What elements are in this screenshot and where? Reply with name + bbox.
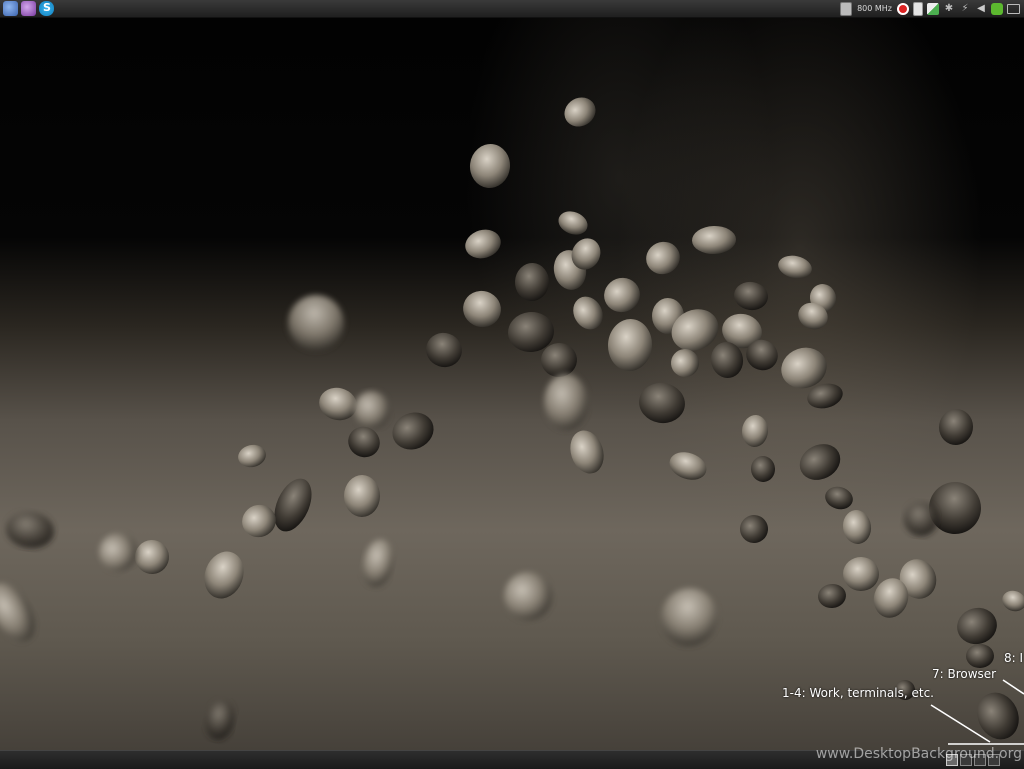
watermark: www.DesktopBackground.org [815, 746, 1022, 762]
pebble [463, 290, 501, 328]
pebble [426, 332, 462, 368]
pebble [607, 319, 653, 371]
pebble [734, 281, 768, 311]
pebble [238, 444, 266, 468]
no-entry-icon[interactable] [897, 2, 909, 15]
pebble [740, 515, 768, 543]
pebble [343, 475, 381, 517]
annotation-workspace-eight: 8: I [1004, 651, 1024, 665]
pebble [99, 533, 137, 571]
pebble [660, 588, 718, 646]
pebble [353, 391, 391, 429]
pebble [205, 700, 235, 740]
pebble [6, 511, 54, 549]
system-tray: 800 MHz ✱ ⚡ ◀ [840, 0, 1020, 17]
annotation-work-terminals: 1-4: Work, terminals, etc. [782, 686, 934, 700]
update-check-icon[interactable] [991, 2, 1003, 15]
mail-envelope-icon[interactable] [1007, 3, 1020, 14]
pebble [0, 582, 35, 642]
pebble [573, 296, 603, 330]
messenger-icon[interactable] [21, 1, 36, 16]
bluetooth-icon[interactable]: ✱ [943, 3, 955, 15]
mail-client-icon[interactable] [3, 1, 18, 16]
pebble [274, 478, 312, 532]
pebble [842, 510, 872, 544]
pebble [469, 144, 511, 188]
pebble [204, 551, 244, 599]
desktop-wallpaper: 7: Browser 8: I 1-4: Work, terminals, et… [0, 18, 1024, 750]
pebble [504, 572, 552, 620]
pebble [818, 583, 846, 609]
cpu-frequency-icon[interactable] [840, 1, 853, 16]
pebble [465, 229, 501, 259]
pebble [544, 374, 588, 430]
volume-icon[interactable]: ◀ [975, 3, 987, 15]
pebble [604, 277, 640, 313]
pebble [778, 255, 812, 279]
pebble [1002, 590, 1024, 612]
pebble [741, 415, 769, 447]
pebble [288, 295, 344, 351]
pebble [319, 387, 357, 421]
pebble [514, 263, 550, 301]
pebble [392, 412, 434, 450]
pebble [639, 382, 685, 424]
pebble [242, 504, 276, 538]
pebble [564, 97, 596, 127]
annotation-browser: 7: Browser [932, 667, 997, 681]
pebble [843, 556, 879, 592]
pebble [977, 692, 1019, 740]
pebble [750, 456, 776, 482]
pebble [799, 444, 841, 480]
falling-pebbles-image [0, 97, 1024, 745]
pebble [558, 211, 588, 235]
pebble [825, 486, 853, 510]
wireless-icon[interactable]: ⚡ [959, 3, 971, 15]
cpu-frequency-label[interactable]: 800 MHz [857, 4, 892, 13]
top-panel: S 800 MHz ✱ ⚡ ◀ [0, 0, 1024, 18]
battery-icon[interactable] [913, 1, 923, 16]
pebble [135, 540, 169, 574]
pebble [966, 643, 994, 669]
pebble [957, 607, 997, 645]
skype-icon[interactable]: S [39, 1, 54, 16]
pebble [646, 241, 680, 275]
pebble [938, 409, 974, 445]
pebble [669, 452, 707, 480]
pebble [692, 225, 736, 255]
pebble [570, 430, 604, 474]
pebble [362, 539, 394, 587]
network-icon[interactable] [927, 2, 939, 15]
